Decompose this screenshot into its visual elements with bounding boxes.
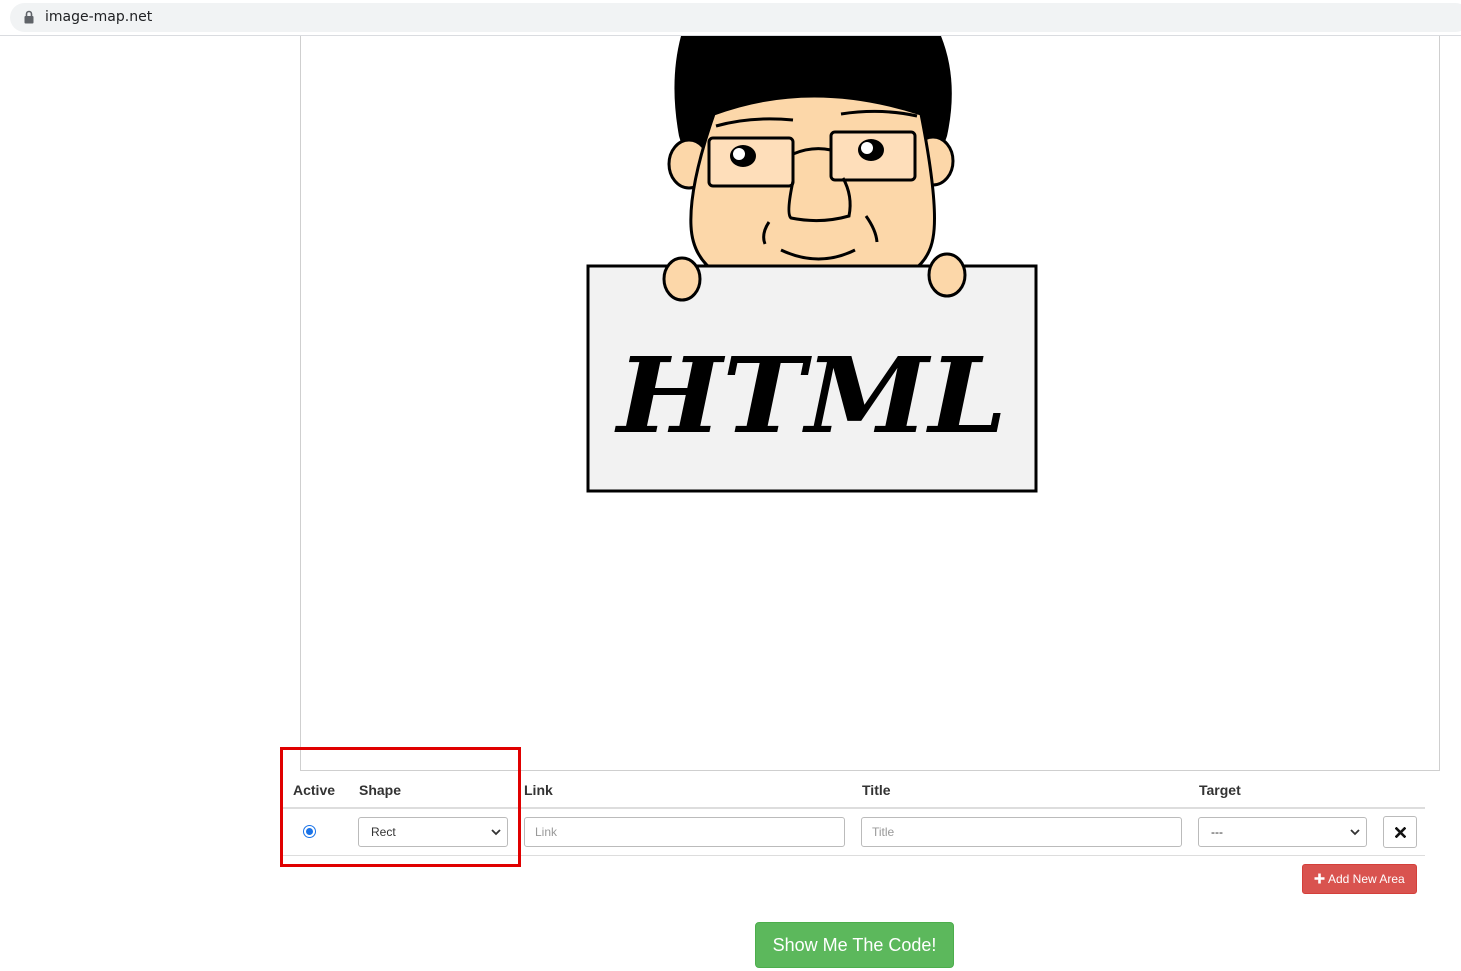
close-icon (1395, 827, 1406, 838)
html-cartoon-image: HTML (586, 36, 1038, 493)
link-input[interactable] (524, 817, 845, 847)
target-select-value: --- (1211, 825, 1223, 839)
header-title: Title (862, 782, 891, 798)
chevron-down-icon (1350, 829, 1360, 836)
header-target: Target (1199, 782, 1241, 798)
show-code-button[interactable]: Show Me The Code! (755, 922, 954, 968)
sign-text: HTML (614, 334, 1007, 457)
plus-icon (1314, 873, 1325, 884)
image-canvas[interactable]: HTML (300, 36, 1440, 771)
target-select[interactable]: --- (1198, 817, 1367, 847)
add-new-area-label: Add New Area (1328, 872, 1405, 886)
header-link: Link (524, 782, 553, 798)
url-text[interactable]: image-map.net (45, 9, 152, 25)
lock-icon (24, 10, 34, 24)
add-new-area-button[interactable]: Add New Area (1302, 864, 1417, 894)
browser-address-bar: image-map.net (0, 0, 1461, 36)
delete-area-button[interactable] (1383, 816, 1417, 848)
title-input[interactable] (861, 817, 1182, 847)
highlight-box (280, 747, 521, 867)
omnibox[interactable]: image-map.net (10, 3, 1461, 32)
